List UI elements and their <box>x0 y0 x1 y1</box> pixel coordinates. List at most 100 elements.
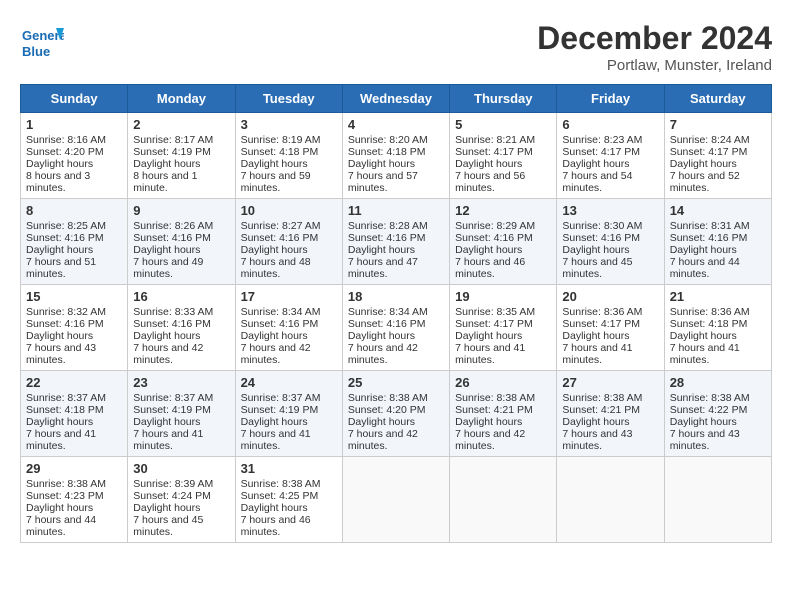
daylight-value: 8 hours and 3 minutes. <box>26 170 90 194</box>
sunrise-label: Sunrise: 8:24 AM <box>670 134 750 146</box>
sunset-label: Sunset: 4:16 PM <box>26 232 104 244</box>
day-number: 2 <box>133 117 229 132</box>
day-number: 14 <box>670 203 766 218</box>
day-number: 12 <box>455 203 551 218</box>
daylight-value: 7 hours and 47 minutes. <box>348 256 418 280</box>
daylight-label: Daylight hours <box>562 158 629 170</box>
sunset-label: Sunset: 4:18 PM <box>26 404 104 416</box>
sunrise-label: Sunrise: 8:38 AM <box>241 478 321 490</box>
calendar-cell: 8 Sunrise: 8:25 AM Sunset: 4:16 PM Dayli… <box>21 199 128 285</box>
daylight-value: 7 hours and 41 minutes. <box>241 428 311 452</box>
daylight-value: 7 hours and 45 minutes. <box>133 514 203 538</box>
sunset-label: Sunset: 4:19 PM <box>133 146 211 158</box>
daylight-value: 7 hours and 43 minutes. <box>670 428 740 452</box>
day-number: 10 <box>241 203 337 218</box>
day-number: 25 <box>348 375 444 390</box>
calendar-cell: 23 Sunrise: 8:37 AM Sunset: 4:19 PM Dayl… <box>128 371 235 457</box>
day-number: 17 <box>241 289 337 304</box>
sunrise-label: Sunrise: 8:20 AM <box>348 134 428 146</box>
day-number: 13 <box>562 203 658 218</box>
day-number: 27 <box>562 375 658 390</box>
day-number: 20 <box>562 289 658 304</box>
daylight-value: 7 hours and 42 minutes. <box>348 342 418 366</box>
sunrise-label: Sunrise: 8:38 AM <box>26 478 106 490</box>
page-header: General Blue December 2024 Portlaw, Muns… <box>20 20 772 74</box>
day-number: 30 <box>133 461 229 476</box>
daylight-value: 7 hours and 45 minutes. <box>562 256 632 280</box>
daylight-value: 7 hours and 43 minutes. <box>562 428 632 452</box>
daylight-label: Daylight hours <box>241 416 308 428</box>
day-number: 18 <box>348 289 444 304</box>
calendar-cell: 26 Sunrise: 8:38 AM Sunset: 4:21 PM Dayl… <box>450 371 557 457</box>
day-number: 3 <box>241 117 337 132</box>
calendar-cell: 1 Sunrise: 8:16 AM Sunset: 4:20 PM Dayli… <box>21 113 128 199</box>
sunrise-label: Sunrise: 8:34 AM <box>348 306 428 318</box>
sunset-label: Sunset: 4:21 PM <box>455 404 533 416</box>
day-number: 29 <box>26 461 122 476</box>
sunrise-label: Sunrise: 8:38 AM <box>562 392 642 404</box>
sunrise-label: Sunrise: 8:32 AM <box>26 306 106 318</box>
sunset-label: Sunset: 4:16 PM <box>26 318 104 330</box>
sunrise-label: Sunrise: 8:36 AM <box>562 306 642 318</box>
daylight-label: Daylight hours <box>348 416 415 428</box>
sunset-label: Sunset: 4:18 PM <box>348 146 426 158</box>
day-number: 6 <box>562 117 658 132</box>
sunrise-label: Sunrise: 8:37 AM <box>241 392 321 404</box>
calendar-cell: 12 Sunrise: 8:29 AM Sunset: 4:16 PM Dayl… <box>450 199 557 285</box>
daylight-value: 7 hours and 54 minutes. <box>562 170 632 194</box>
sunset-label: Sunset: 4:17 PM <box>455 318 533 330</box>
sunrise-label: Sunrise: 8:31 AM <box>670 220 750 232</box>
sunrise-label: Sunrise: 8:35 AM <box>455 306 535 318</box>
sunrise-label: Sunrise: 8:34 AM <box>241 306 321 318</box>
daylight-value: 7 hours and 46 minutes. <box>241 514 311 538</box>
sunrise-label: Sunrise: 8:27 AM <box>241 220 321 232</box>
sunset-label: Sunset: 4:16 PM <box>670 232 748 244</box>
col-sunday: Sunday <box>21 85 128 113</box>
day-number: 8 <box>26 203 122 218</box>
calendar-cell <box>450 457 557 543</box>
sunset-label: Sunset: 4:21 PM <box>562 404 640 416</box>
sunset-label: Sunset: 4:16 PM <box>241 318 319 330</box>
daylight-value: 7 hours and 42 minutes. <box>455 428 525 452</box>
calendar-cell: 15 Sunrise: 8:32 AM Sunset: 4:16 PM Dayl… <box>21 285 128 371</box>
sunrise-label: Sunrise: 8:38 AM <box>348 392 428 404</box>
calendar-cell: 31 Sunrise: 8:38 AM Sunset: 4:25 PM Dayl… <box>235 457 342 543</box>
daylight-label: Daylight hours <box>348 244 415 256</box>
daylight-value: 7 hours and 49 minutes. <box>133 256 203 280</box>
week-row-4: 22 Sunrise: 8:37 AM Sunset: 4:18 PM Dayl… <box>21 371 772 457</box>
day-number: 26 <box>455 375 551 390</box>
daylight-label: Daylight hours <box>133 502 200 514</box>
sunset-label: Sunset: 4:23 PM <box>26 490 104 502</box>
day-number: 9 <box>133 203 229 218</box>
daylight-value: 8 hours and 1 minute. <box>133 170 197 194</box>
daylight-value: 7 hours and 41 minutes. <box>562 342 632 366</box>
sunrise-label: Sunrise: 8:26 AM <box>133 220 213 232</box>
calendar-cell: 6 Sunrise: 8:23 AM Sunset: 4:17 PM Dayli… <box>557 113 664 199</box>
calendar-cell: 28 Sunrise: 8:38 AM Sunset: 4:22 PM Dayl… <box>664 371 771 457</box>
sunrise-label: Sunrise: 8:30 AM <box>562 220 642 232</box>
daylight-label: Daylight hours <box>133 416 200 428</box>
daylight-label: Daylight hours <box>133 158 200 170</box>
daylight-label: Daylight hours <box>670 158 737 170</box>
calendar-cell: 21 Sunrise: 8:36 AM Sunset: 4:18 PM Dayl… <box>664 285 771 371</box>
day-number: 22 <box>26 375 122 390</box>
sunset-label: Sunset: 4:17 PM <box>670 146 748 158</box>
sunset-label: Sunset: 4:17 PM <box>562 318 640 330</box>
calendar-cell: 18 Sunrise: 8:34 AM Sunset: 4:16 PM Dayl… <box>342 285 449 371</box>
daylight-label: Daylight hours <box>455 416 522 428</box>
daylight-label: Daylight hours <box>241 502 308 514</box>
sunset-label: Sunset: 4:25 PM <box>241 490 319 502</box>
sunset-label: Sunset: 4:20 PM <box>348 404 426 416</box>
daylight-label: Daylight hours <box>133 244 200 256</box>
col-monday: Monday <box>128 85 235 113</box>
calendar-cell: 25 Sunrise: 8:38 AM Sunset: 4:20 PM Dayl… <box>342 371 449 457</box>
daylight-label: Daylight hours <box>670 416 737 428</box>
calendar-cell: 17 Sunrise: 8:34 AM Sunset: 4:16 PM Dayl… <box>235 285 342 371</box>
calendar-cell <box>342 457 449 543</box>
sunset-label: Sunset: 4:18 PM <box>670 318 748 330</box>
sunrise-label: Sunrise: 8:38 AM <box>455 392 535 404</box>
calendar-cell: 16 Sunrise: 8:33 AM Sunset: 4:16 PM Dayl… <box>128 285 235 371</box>
sunset-label: Sunset: 4:19 PM <box>133 404 211 416</box>
calendar-cell: 4 Sunrise: 8:20 AM Sunset: 4:18 PM Dayli… <box>342 113 449 199</box>
day-number: 19 <box>455 289 551 304</box>
